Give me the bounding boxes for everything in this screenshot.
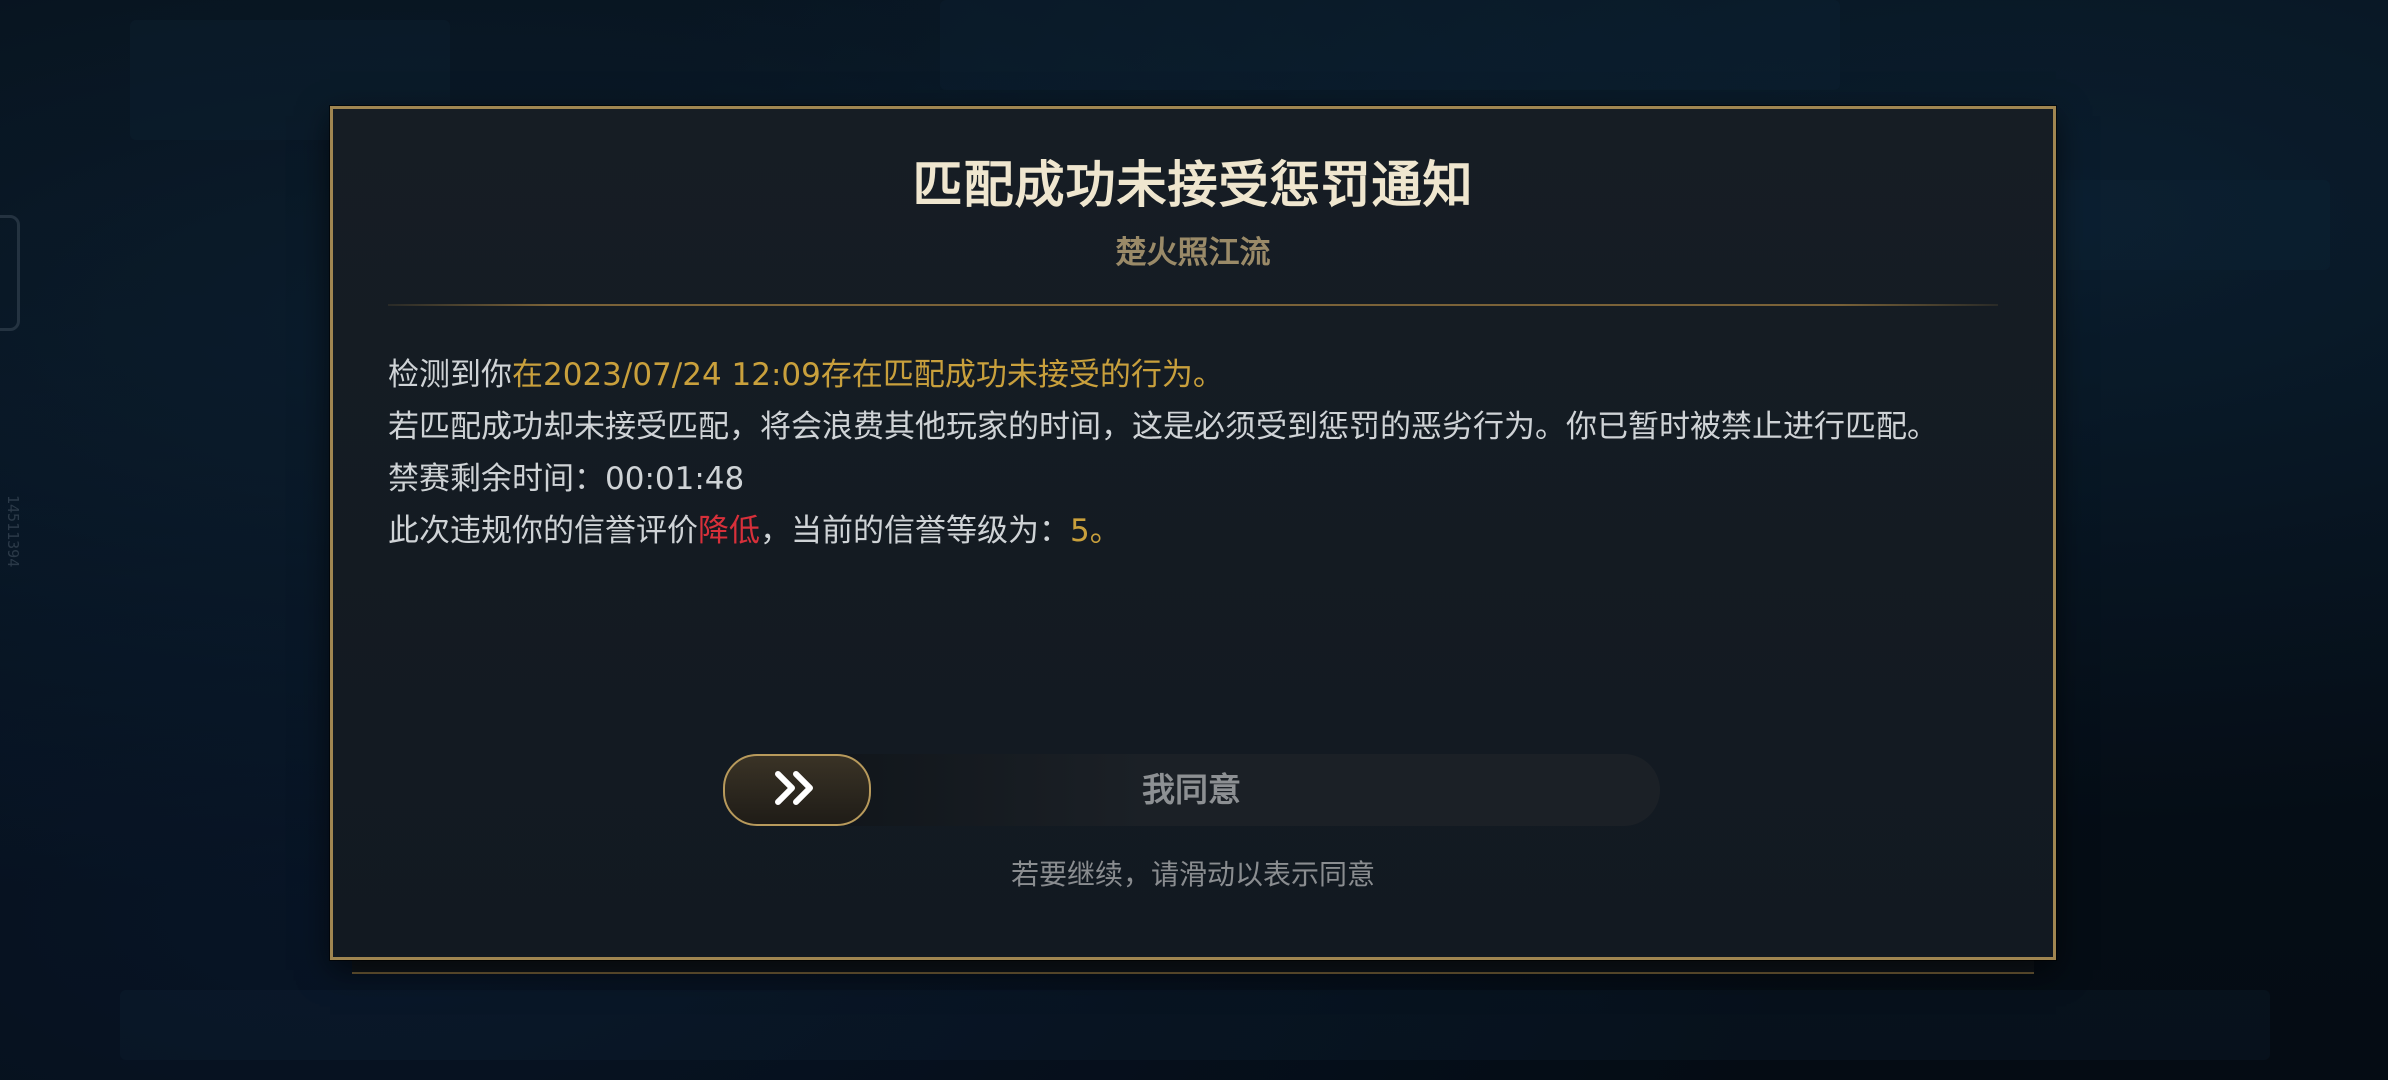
title-divider	[388, 304, 1998, 306]
reputation-line: 此次违规你的信誉评价降低，当前的信誉等级为：5。	[388, 505, 2008, 557]
player-name: 楚火照江流	[1115, 235, 1271, 271]
ban-remaining-label: 禁赛剩余时间：	[388, 461, 605, 497]
notice-body: 检测到你在2023/07/24 12:09存在匹配成功未接受的行为。 若匹配成功…	[388, 349, 2008, 557]
ban-remaining-line: 禁赛剩余时间：00:01:48	[388, 453, 2008, 505]
dialog-footer-shadow	[352, 960, 2034, 974]
detection-time-highlight: 在2023/07/24 12:09存在匹配成功未接受的行为。	[512, 357, 1224, 393]
agree-slider-handle[interactable]	[723, 754, 871, 826]
penalty-explanation: 若匹配成功却未接受匹配，将会浪费其他玩家的时间，这是必须受到惩罚的恶劣行为。你已…	[388, 409, 1938, 445]
agree-slider[interactable]: 我同意	[723, 754, 1660, 826]
detection-line: 检测到你在2023/07/24 12:09存在匹配成功未接受的行为。	[388, 349, 2008, 401]
reputation-change: 降低	[698, 513, 760, 549]
ban-remaining-timer: 00:01:48	[605, 461, 745, 497]
reputation-level: 5。	[1070, 513, 1121, 549]
double-chevron-right-icon	[772, 768, 822, 812]
reputation-middle: ，当前的信誉等级为：	[760, 513, 1070, 549]
penalty-notice-dialog: 匹配成功未接受惩罚通知 楚火照江流 检测到你在2023/07/24 12:09存…	[330, 106, 2056, 960]
slide-hint: 若要继续，请滑动以表示同意	[1010, 858, 1375, 891]
dialog-title: 匹配成功未接受惩罚通知	[912, 156, 1474, 214]
reputation-prefix: 此次违规你的信誉评价	[388, 513, 698, 549]
detection-prefix: 检测到你	[388, 357, 512, 393]
